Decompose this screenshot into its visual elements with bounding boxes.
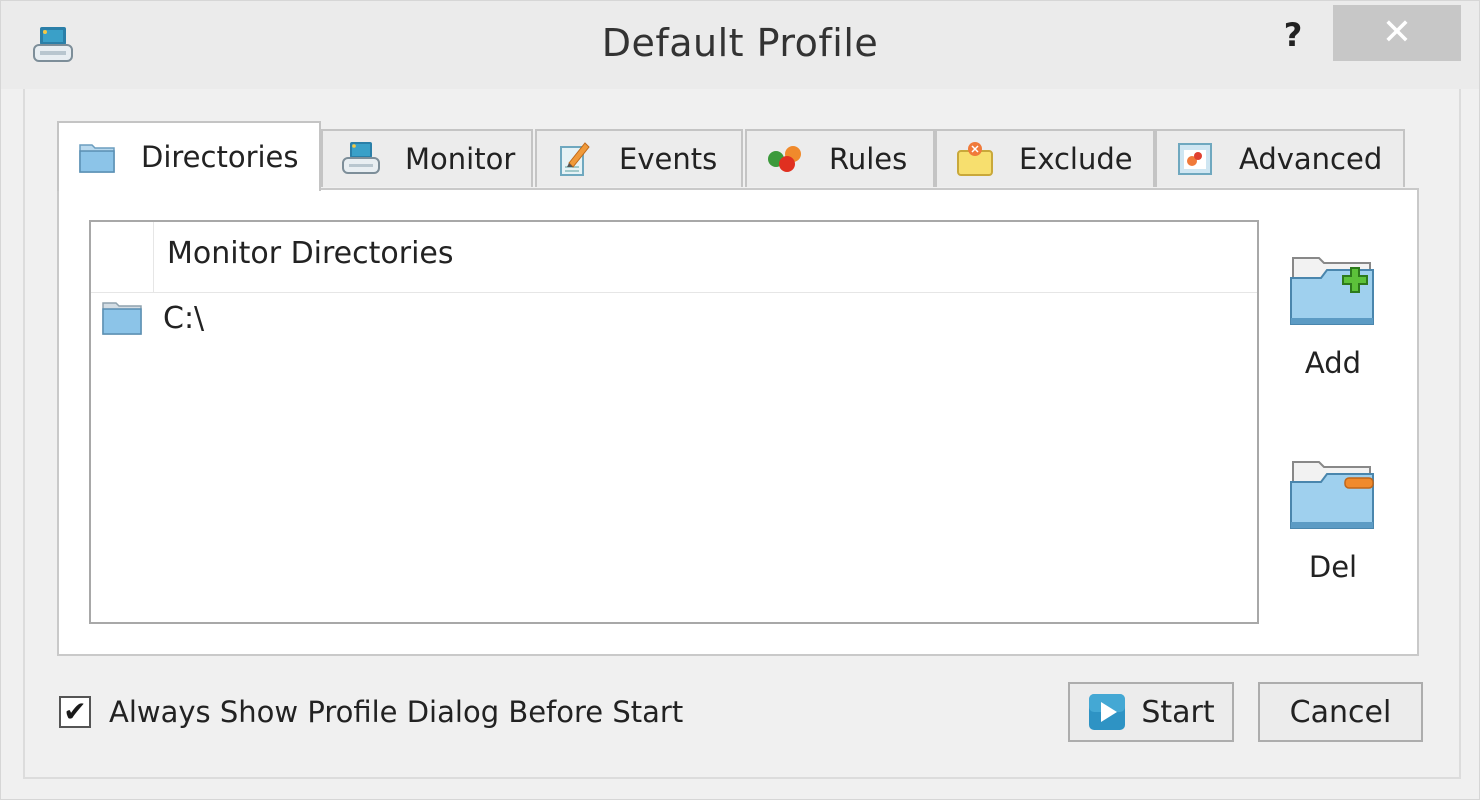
cancel-label: Cancel [1289, 694, 1392, 730]
always-show-profile-label[interactable]: Always Show Profile Dialog Before Start [109, 695, 683, 729]
tab-directories[interactable]: Directories [57, 121, 321, 191]
tab-label: Rules [829, 142, 908, 176]
tab-label: Events [619, 142, 718, 176]
title-bar: Default Profile ? ✕ [1, 1, 1479, 89]
always-show-profile-checkbox[interactable]: ✔ [59, 696, 91, 728]
start-label: Start [1141, 694, 1215, 730]
add-directory-button[interactable]: Add [1281, 248, 1385, 398]
directory-path: C:\ [163, 300, 205, 336]
list-header: Monitor Directories [91, 222, 1257, 293]
directories-panel: Monitor Directories C:\ Add Del [57, 188, 1419, 656]
window-title: Default Profile [601, 21, 879, 65]
tab-advanced[interactable]: Advanced [1155, 129, 1405, 187]
events-notepad-icon [560, 142, 590, 176]
list-header-gutter [91, 222, 154, 292]
help-button[interactable]: ? [1271, 13, 1315, 57]
add-label: Add [1304, 346, 1362, 380]
list-item[interactable]: C:\ [91, 294, 1257, 342]
tab-label: Monitor [405, 142, 516, 176]
close-button[interactable]: ✕ [1333, 5, 1461, 61]
tab-rules[interactable]: Rules [745, 129, 935, 187]
directories-list[interactable]: Monitor Directories C:\ [89, 220, 1259, 624]
tab-label: Exclude [1019, 142, 1133, 176]
exclude-folder-icon [957, 142, 993, 176]
folder-icon [102, 302, 142, 335]
monitor-icon [342, 142, 380, 174]
advanced-window-icon [1178, 143, 1212, 175]
folder-icon [79, 144, 115, 173]
delete-directory-button[interactable]: Del [1281, 452, 1385, 602]
play-icon [1089, 694, 1126, 730]
del-label: Del [1308, 550, 1358, 584]
column-header-monitor-directories[interactable]: Monitor Directories [167, 236, 454, 271]
start-button[interactable]: Start [1068, 682, 1234, 742]
rules-balls-icon [768, 146, 801, 172]
profile-dialog: Default Profile ? ✕ Directories Monitor [0, 0, 1480, 800]
tab-exclude[interactable]: Exclude [935, 129, 1155, 187]
tab-monitor[interactable]: Monitor [321, 129, 533, 187]
cancel-button[interactable]: Cancel [1258, 682, 1423, 742]
folder-remove-icon [1290, 461, 1374, 529]
tab-events[interactable]: Events [535, 129, 743, 187]
tab-label: Advanced [1239, 142, 1383, 176]
folder-add-icon [1290, 257, 1374, 325]
always-show-profile-option[interactable]: ✔ Always Show Profile Dialog Before Star… [59, 695, 683, 729]
tab-label: Directories [141, 140, 299, 174]
